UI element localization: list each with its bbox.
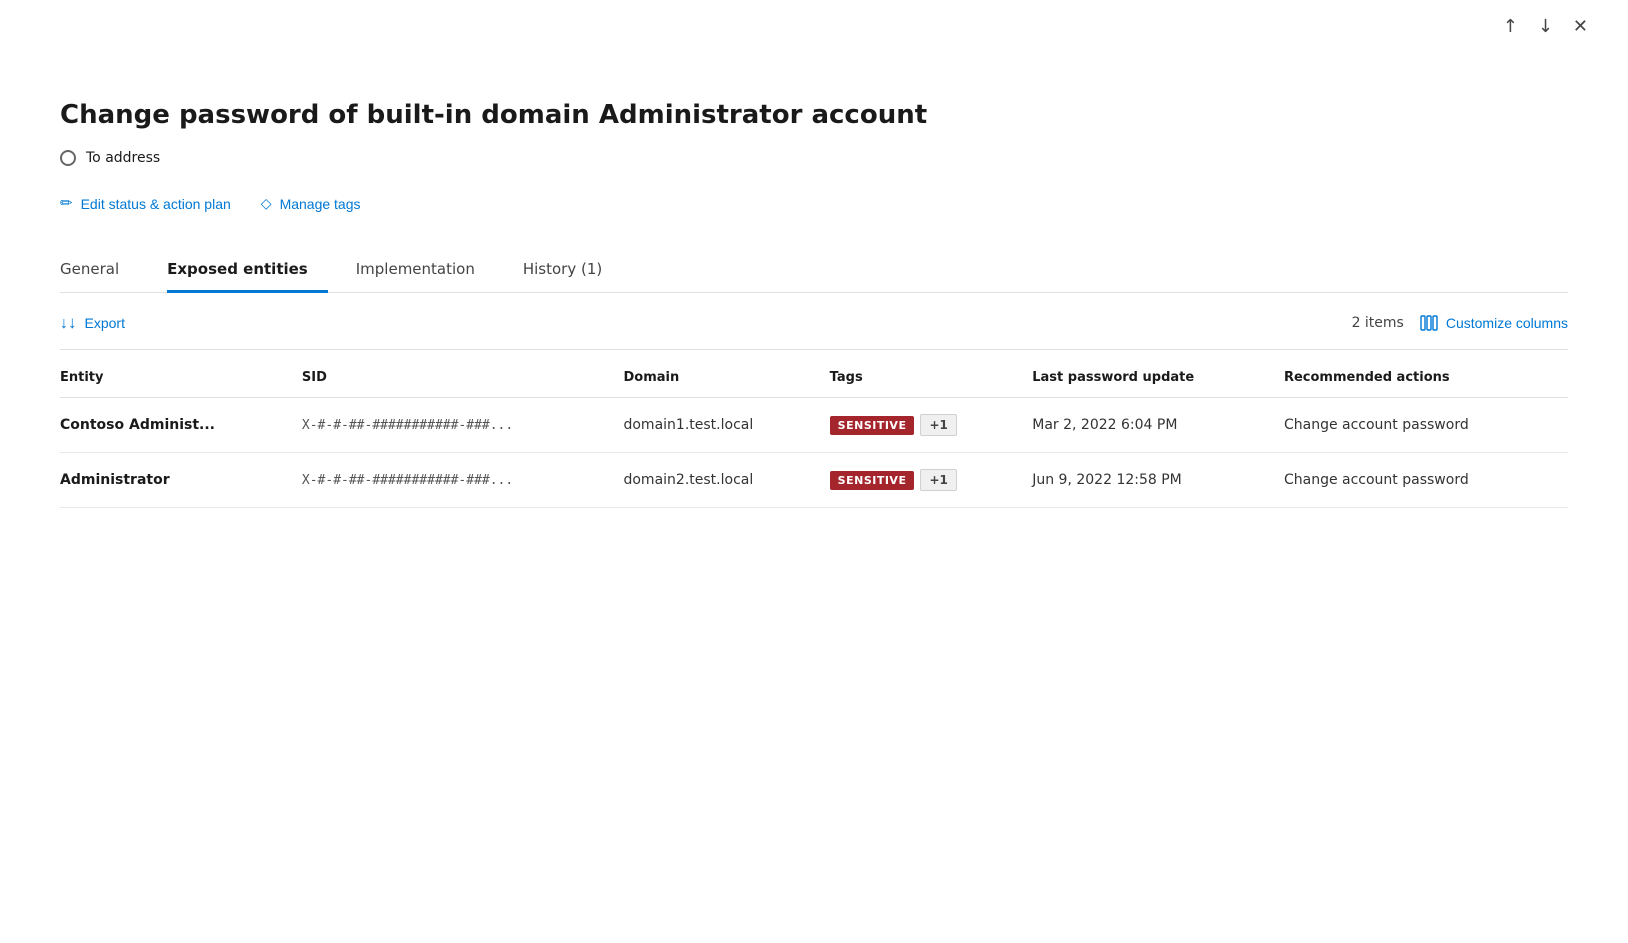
edit-status-label: Edit status & action plan — [81, 196, 231, 212]
page-title: Change password of built-in domain Admin… — [60, 100, 1568, 130]
sid-1: X-#-#-##-###########-###... — [302, 398, 624, 453]
close-button[interactable]: ✕ — [1573, 18, 1588, 36]
download-icon: ↓ — [60, 313, 77, 333]
radio-circle-icon — [60, 150, 76, 166]
manage-tags-label: Manage tags — [280, 196, 361, 212]
entity-name-2: Administrator — [60, 453, 302, 508]
col-domain: Domain — [623, 358, 829, 398]
to-address-row: To address — [60, 150, 1568, 166]
tab-implementation[interactable]: Implementation — [356, 250, 495, 293]
sensitive-tag-1: SENSITIVE — [830, 416, 915, 435]
sensitive-tag-2: SENSITIVE — [830, 471, 915, 490]
col-sid: SID — [302, 358, 624, 398]
col-tags: Tags — [830, 358, 1033, 398]
recommended-actions-2: Change account password — [1284, 453, 1568, 508]
tag-plus-2: +1 — [920, 469, 956, 491]
tab-history[interactable]: History (1) — [523, 250, 622, 293]
to-address-label: To address — [86, 150, 160, 166]
tag-plus-1: +1 — [920, 414, 956, 436]
entity-name-1: Contoso Administ... — [60, 398, 302, 453]
export-label: Export — [85, 315, 125, 331]
domain-1: domain1.test.local — [623, 398, 829, 453]
last-password-1: Mar 2, 2022 6:04 PM — [1032, 398, 1284, 453]
export-button[interactable]: ↓ Export — [60, 313, 125, 333]
recommended-actions-1: Change account password — [1284, 398, 1568, 453]
table-header-row: Entity SID Domain Tags Last password upd… — [60, 358, 1568, 398]
customize-columns-label: Customize columns — [1446, 315, 1568, 331]
domain-2: domain2.test.local — [623, 453, 829, 508]
table-row: Administrator X-#-#-##-###########-###..… — [60, 453, 1568, 508]
toolbar-right: 2 items Customize columns — [1352, 314, 1568, 332]
tab-exposed-entities[interactable]: Exposed entities — [167, 250, 328, 293]
col-entity: Entity — [60, 358, 302, 398]
tags-2: SENSITIVE +1 — [830, 453, 1033, 508]
items-count: 2 items — [1352, 315, 1404, 331]
action-bar: Edit status & action plan Manage tags — [60, 194, 1568, 213]
col-last-password-update: Last password update — [1032, 358, 1284, 398]
columns-icon — [1420, 314, 1438, 332]
col-recommended-actions: Recommended actions — [1284, 358, 1568, 398]
tab-general[interactable]: General — [60, 250, 139, 293]
manage-tags-button[interactable]: Manage tags — [261, 195, 361, 213]
entities-table: Entity SID Domain Tags Last password upd… — [60, 358, 1568, 508]
navigate-down-button[interactable]: ↓ — [1538, 18, 1553, 36]
table-row: Contoso Administ... X-#-#-##-###########… — [60, 398, 1568, 453]
last-password-2: Jun 9, 2022 12:58 PM — [1032, 453, 1284, 508]
top-nav: ↑ ↓ ✕ — [1503, 18, 1588, 36]
edit-status-button[interactable]: Edit status & action plan — [60, 194, 231, 213]
tab-bar: General Exposed entities Implementation … — [60, 249, 1568, 293]
table-toolbar: ↓ Export 2 items Customize columns — [60, 293, 1568, 350]
pencil-icon — [60, 194, 73, 213]
tags-1: SENSITIVE +1 — [830, 398, 1033, 453]
sid-2: X-#-#-##-###########-###... — [302, 453, 624, 508]
navigate-up-button[interactable]: ↑ — [1503, 18, 1518, 36]
main-panel: ↑ ↓ ✕ Change password of built-in domain… — [0, 0, 1628, 943]
customize-columns-button[interactable]: Customize columns — [1420, 314, 1568, 332]
tag-icon — [261, 195, 272, 213]
